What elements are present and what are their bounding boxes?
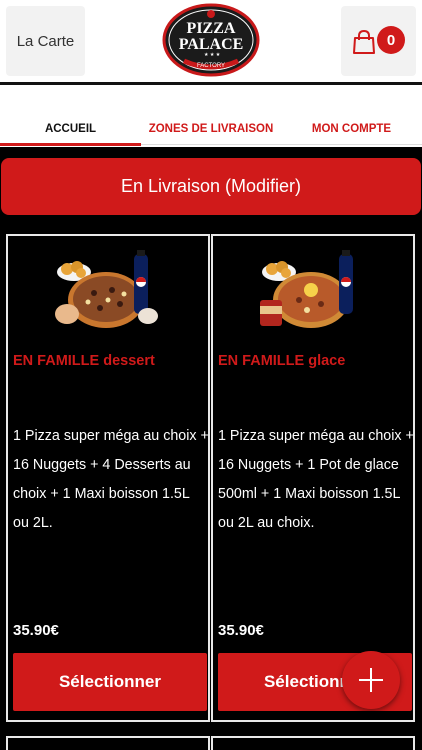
- logo-line3: FACTORY: [197, 63, 225, 69]
- product-image: [55, 250, 158, 328]
- tab-accueil[interactable]: ACCUEIL: [0, 123, 141, 135]
- add-floating-button[interactable]: [342, 651, 400, 709]
- cart-button[interactable]: 0: [341, 6, 416, 76]
- select-button-label: Sélectionner: [58, 672, 162, 691]
- menu-button-label: La Carte: [16, 32, 75, 50]
- pizza-palace-logo[interactable]: PIZZA PALACE ★ ★ ★ FACTORY: [162, 3, 260, 77]
- product-card[interactable]: [6, 736, 210, 750]
- logo-line1: PIZZA: [187, 20, 236, 37]
- tabs-divider: [141, 144, 422, 145]
- logo-line2: PALACE: [179, 36, 244, 53]
- menu-button[interactable]: La Carte: [6, 6, 85, 76]
- plus-icon: [359, 668, 383, 692]
- product-price: 35.90€: [13, 622, 59, 639]
- product-description: 1 Pizza super méga au choix + 16 Nuggets…: [13, 428, 209, 531]
- delivery-mode-button[interactable]: En Livraison (Modifier): [1, 158, 421, 215]
- product-title: EN FAMILLE glace: [218, 353, 346, 369]
- product-title: EN FAMILLE dessert: [13, 353, 155, 369]
- product-card[interactable]: EN FAMILLE dessert 1 Pizza super méga au…: [6, 234, 210, 722]
- product-price: 35.90€: [218, 622, 264, 639]
- shopping-bag-icon: [353, 30, 375, 54]
- svg-text:★ ★ ★: ★ ★ ★: [204, 52, 221, 58]
- tab-mon-compte[interactable]: MON COMPTE: [281, 123, 422, 135]
- app-header: La Carte PIZZA PALACE ★ ★ ★ FACTORY 0: [0, 0, 422, 84]
- product-card[interactable]: EN FAMILLE glace 1 Pizza super méga au c…: [211, 234, 415, 722]
- active-tab-indicator: [0, 143, 141, 146]
- select-button[interactable]: Sélectionner: [13, 653, 207, 711]
- cart-count-badge: 0: [377, 26, 405, 54]
- tab-zones-de-livraison[interactable]: ZONES DE LIVRAISON: [141, 123, 281, 135]
- product-description: 1 Pizza super méga au choix + 16 Nuggets…: [218, 428, 414, 531]
- delivery-mode-label: En Livraison (Modifier): [120, 176, 302, 196]
- main-tabs: ACCUEIL ZONES DE LIVRAISON MON COMPTE: [0, 85, 422, 147]
- product-image: [260, 250, 353, 328]
- product-card[interactable]: [211, 736, 415, 750]
